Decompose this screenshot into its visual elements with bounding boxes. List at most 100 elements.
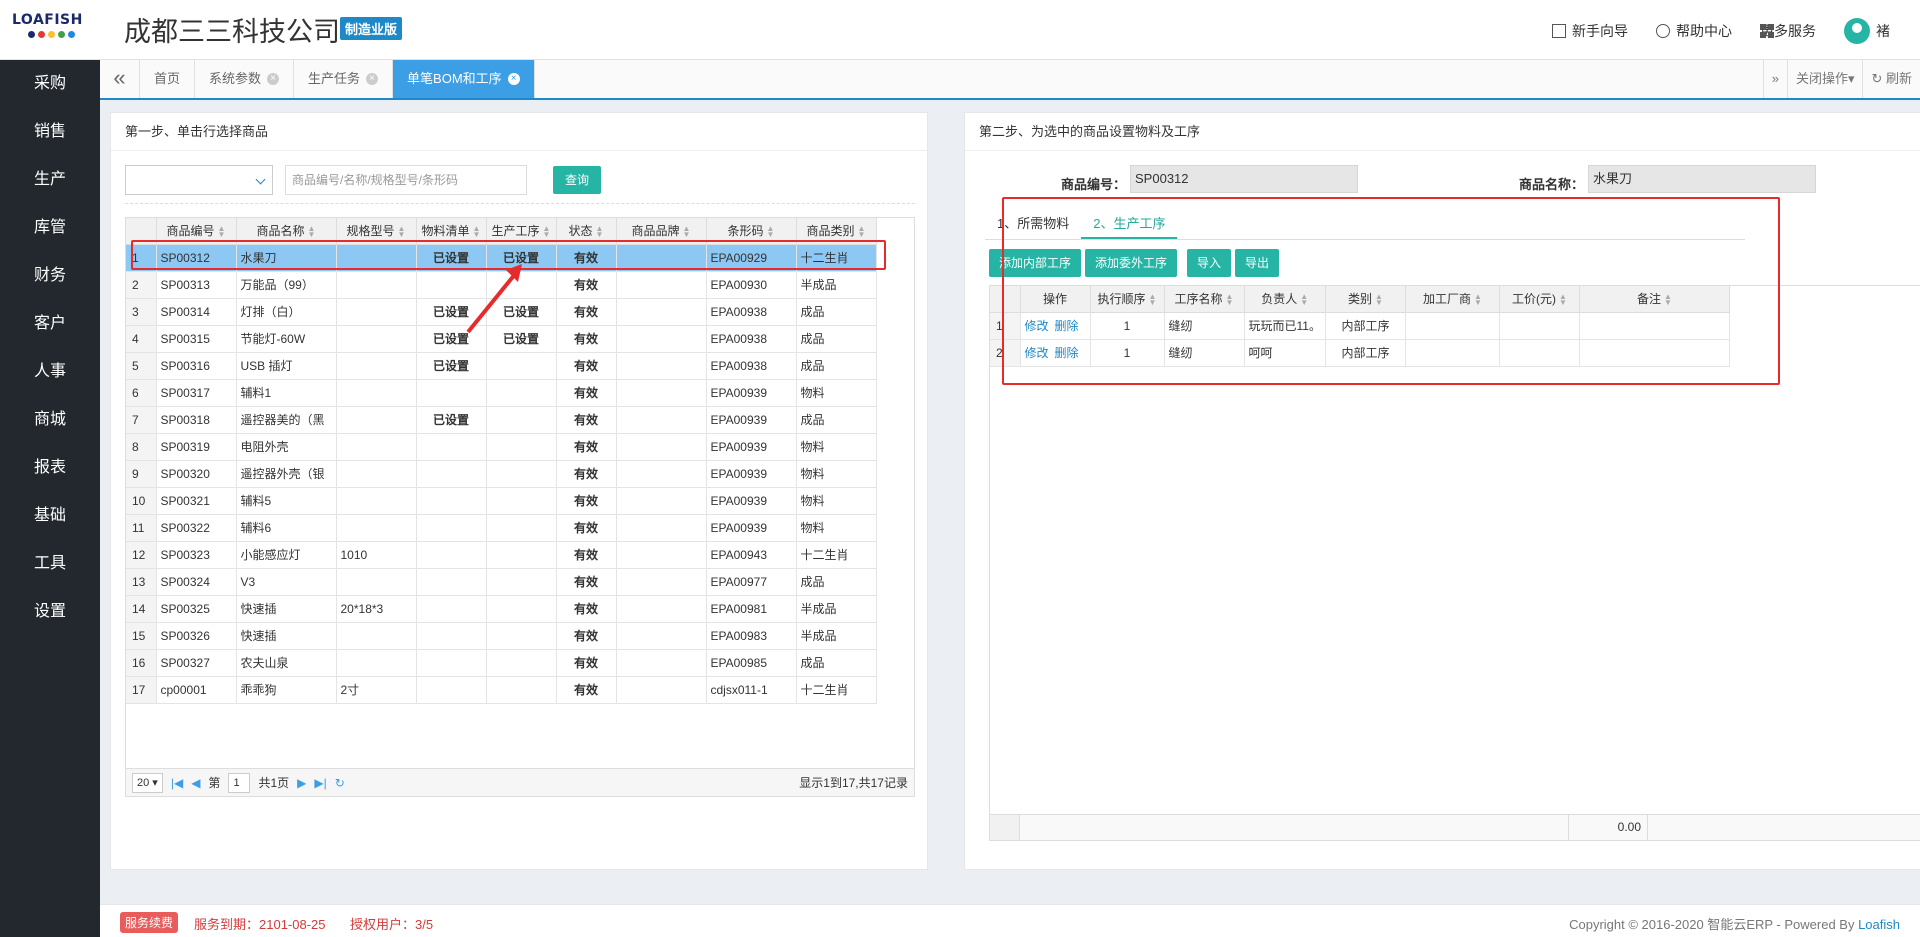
table-cell: 成品 (796, 298, 877, 326)
table-cell: 有效 (556, 271, 617, 299)
table-row[interactable]: 12 SP00323 小能感应灯 1010 有效 EPA00943 十二生肖 (126, 541, 877, 569)
table-cell: SP00324 (156, 568, 237, 596)
table-cell: 有效 (556, 541, 617, 569)
edition-badge: 制造业版 (340, 17, 403, 40)
table-row[interactable]: 13 SP00324 V3 有效 EPA00977 成品 (126, 568, 877, 596)
table-cell: cp00001 (156, 676, 237, 704)
guide-link[interactable]: 新手向导 (1552, 21, 1628, 41)
sidebar-item[interactable]: 库管 (0, 204, 100, 252)
table-cell: 有效 (556, 298, 617, 326)
pager: 20 ▾ |◀ ◀ 第 1 共1页 ▶ ▶| ↻ 显示1到17,共17记录 (126, 768, 914, 796)
table-row[interactable]: 9 SP00320 遥控器外壳（银 有效 EPA00939 物料 (126, 460, 877, 488)
tab-item[interactable]: 生产任务 × (294, 60, 394, 98)
table-cell (336, 433, 417, 461)
table-cell: 成品 (796, 352, 877, 380)
table-cell (336, 568, 417, 596)
sidebar-item[interactable]: 采购 (0, 60, 100, 108)
column-header-label: 规格型号 (346, 224, 395, 239)
bom-panel-title: 第二步、为选中的商品设置物料及工序 (965, 113, 1920, 151)
sort-icon: ▲ ▼ (766, 224, 775, 240)
table-row[interactable]: 10 SP00321 辅料5 有效 EPA00939 物料 (126, 487, 877, 515)
table-cell (336, 271, 417, 299)
table-row[interactable]: 6 SP00317 辅料1 有效 EPA00939 物料 (126, 379, 877, 407)
table-cell: 乖乖狗 (236, 676, 337, 704)
last-page-icon[interactable]: ▶| (314, 776, 326, 790)
sidebar-item[interactable]: 客户 (0, 300, 100, 348)
table-cell: 有效 (556, 514, 617, 542)
table-cell: 成品 (796, 568, 877, 596)
table-row[interactable]: 8 SP00319 电阻外壳 有效 EPA00939 物料 (126, 433, 877, 461)
table-row[interactable]: 5 SP00316 USB 插灯 已设置 有效 EPA00938 成品 (126, 352, 877, 380)
close-ops-button[interactable]: 关闭操作▾ (1786, 60, 1863, 98)
column-header-label: 商品品牌 (631, 224, 680, 239)
table-cell: 有效 (556, 568, 617, 596)
reload-icon[interactable]: ↻ (335, 776, 345, 790)
page-number-input[interactable]: 1 (228, 772, 251, 793)
table-row[interactable]: 16 SP00327 农夫山泉 有效 EPA00985 成品 (126, 649, 877, 677)
row-number: 7 (126, 406, 157, 434)
table-cell (416, 514, 487, 542)
tab-item[interactable]: 单笔BOM和工序 × (393, 60, 535, 98)
row-number: 16 (126, 649, 157, 677)
sidebar-item[interactable]: 销售 (0, 108, 100, 156)
next-page-icon[interactable]: ▶ (297, 776, 306, 790)
loafish-logo[interactable]: LOAFISH (12, 12, 90, 48)
table-cell (616, 325, 707, 353)
tab-label: 系统参数 (209, 71, 262, 86)
table-cell (416, 433, 487, 461)
query-button[interactable]: 查询 (553, 166, 602, 194)
page-total: 共1页 (258, 776, 290, 790)
sidebar-item[interactable]: 生产 (0, 156, 100, 204)
sidebar-item[interactable]: 基础 (0, 492, 100, 540)
sidebar-item[interactable]: 商城 (0, 396, 100, 444)
table-cell (336, 298, 417, 326)
tab-item[interactable]: 首页 (140, 60, 196, 98)
copyright-text: Copyright © 2016-2020 智能云ERP - Powered B… (1569, 917, 1859, 932)
renew-badge[interactable]: 服务续费 (120, 912, 179, 933)
table-row[interactable]: 17 cp00001 乖乖狗 2寸 有效 cdjsx011-1 十二生肖 (126, 676, 877, 704)
user-menu[interactable]: 褚 (1844, 18, 1890, 44)
table-cell: 成品 (796, 649, 877, 677)
row-number: 8 (126, 433, 157, 461)
close-icon[interactable]: × (507, 73, 520, 85)
product-name-input[interactable]: 水果刀 (1588, 165, 1817, 193)
page-size-select[interactable]: 20 ▾ (132, 772, 163, 793)
table-cell (336, 406, 417, 434)
refresh-button[interactable]: ↻ 刷新 (1862, 60, 1920, 98)
row-number: 9 (126, 460, 157, 488)
sidebar-item[interactable]: 设置 (0, 588, 100, 636)
table-cell (616, 541, 707, 569)
prev-page-icon[interactable]: ◀ (191, 776, 200, 790)
close-icon[interactable]: × (267, 73, 280, 85)
category-select[interactable] (125, 165, 273, 195)
table-row[interactable]: 14 SP00325 快速插 20*18*3 有效 EPA00981 半成品 (126, 595, 877, 623)
table-row[interactable]: 15 SP00326 快速插 有效 EPA00983 半成品 (126, 622, 877, 650)
tab-scroll-left-icon[interactable]: « (100, 60, 140, 98)
tab-item[interactable]: 系统参数 × (195, 60, 295, 98)
column-header-label: 商品编号 (166, 224, 215, 239)
sidebar-item[interactable]: 财务 (0, 252, 100, 300)
logo-dot (28, 31, 35, 38)
table-cell (486, 622, 557, 650)
product-code-input[interactable]: SP00312 (1130, 165, 1359, 193)
row-number: 10 (126, 487, 157, 515)
row-number: 13 (126, 568, 157, 596)
column-header-label: 商品名称 (256, 224, 305, 239)
brand-link[interactable]: Loafish (1858, 917, 1900, 932)
sidebar-item[interactable]: 工具 (0, 540, 100, 588)
sidebar-item[interactable]: 报表 (0, 444, 100, 492)
table-cell: SP00313 (156, 271, 237, 299)
table-row[interactable]: 7 SP00318 遥控器美的（黑 已设置 有效 EPA00939 成品 (126, 406, 877, 434)
search-input[interactable]: 商品编号/名称/规格型号/条形码 (285, 165, 527, 195)
copyright: Copyright © 2016-2020 智能云ERP - Powered B… (1569, 914, 1900, 933)
tab-scroll-right-icon[interactable]: » (1762, 60, 1787, 98)
sidebar-item[interactable]: 人事 (0, 348, 100, 396)
table-row[interactable]: 11 SP00322 辅料6 有效 EPA00939 物料 (126, 514, 877, 542)
table-cell (616, 460, 707, 488)
logo-dot (58, 31, 65, 38)
more-services-link[interactable]: 更多服务 (1760, 21, 1816, 41)
sort-icon: ▲ ▼ (217, 224, 226, 240)
close-icon[interactable]: × (366, 73, 379, 85)
help-link[interactable]: 帮助中心 (1656, 21, 1732, 41)
first-page-icon[interactable]: |◀ (171, 776, 183, 790)
